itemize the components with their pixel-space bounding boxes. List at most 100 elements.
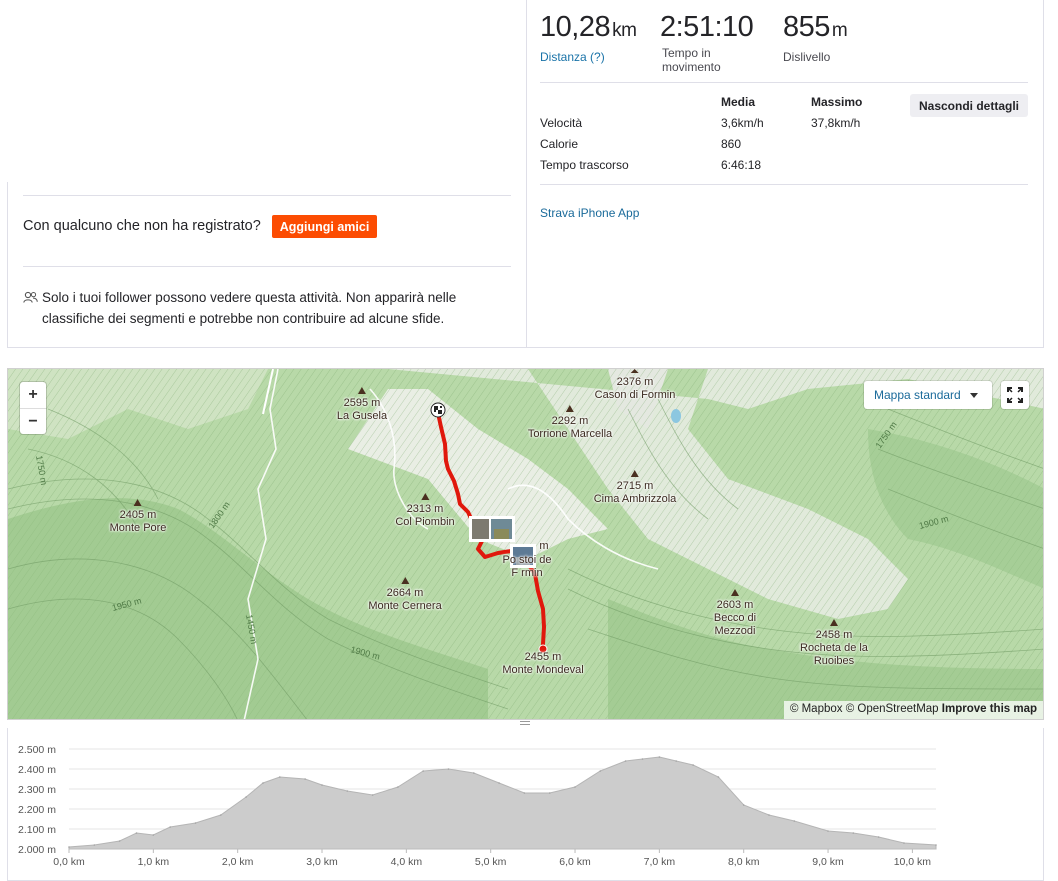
column-divider [526, 0, 527, 348]
elevation-point [118, 840, 121, 842]
elevation-point [692, 764, 694, 766]
privacy-notice: Solo i tuoi follower possono vedere ques… [23, 287, 503, 329]
peak-label: 2458 m Rocheta de la Ruoibes [794, 619, 874, 668]
details-row-label: Tempo trascorso [540, 158, 629, 172]
map-style-label: Mappa standard [874, 388, 961, 402]
elevation-point [304, 778, 306, 780]
divider [540, 82, 1028, 83]
elevation-point [152, 834, 155, 836]
elevation-point [675, 760, 677, 762]
x-tick-label: 6,0 km [559, 856, 591, 868]
y-tick-label: 2.000 m [18, 844, 56, 856]
privacy-text: Solo i tuoi follower possono vedere ques… [42, 290, 457, 326]
details-row-max: 37,8km/h [811, 116, 861, 130]
add-friends-button[interactable]: Aggiungi amici [272, 215, 377, 238]
details-row-avg: 6:46:18 [721, 158, 762, 172]
map-style-select[interactable]: Mappa standard [864, 381, 992, 409]
details-row-label: Velocità [540, 116, 583, 130]
elevation-point [852, 832, 855, 834]
x-tick-label: 9,0 km [812, 856, 844, 868]
elevation-point [447, 768, 450, 770]
peak-label: 2292 m Torrione Marcella [528, 405, 612, 441]
x-tick-label: 10,0 km [894, 856, 932, 868]
x-tick-label: 8,0 km [728, 856, 760, 868]
divider [23, 195, 511, 196]
elevation-label: Dislivello [783, 50, 831, 64]
zoom-control: + − [20, 382, 46, 434]
elevation-point [194, 822, 197, 824]
moving-time-value: 2:51:10 [660, 11, 754, 43]
peak-label: 2455 m Monte Mondeval [502, 651, 584, 676]
y-tick-label: 2.300 m [18, 784, 56, 796]
x-tick-label: 7,0 km [644, 856, 676, 868]
caret-down-icon [970, 393, 978, 398]
elevation-point [523, 792, 526, 794]
x-tick-label: 1,0 km [138, 856, 170, 868]
elevation-chart: 2.500 m 2.400 m 2.300 m 2.200 m 2.100 m 2.000… [18, 744, 937, 868]
divider [540, 184, 1028, 185]
elevation-point [935, 844, 937, 846]
distance-unit: km [612, 20, 637, 41]
elevation-value: 855 [783, 11, 830, 43]
stat-moving-time: 2:51:10 Tempo in movimento [660, 10, 754, 74]
device-link[interactable]: Strava iPhone App [540, 206, 639, 220]
route-map[interactable]: 1750 m 1800 m 1950 m 1450 m 1900 m 1750 … [7, 368, 1044, 720]
elevation-point [422, 770, 425, 772]
zoom-in-button[interactable]: + [20, 382, 46, 408]
friends-question: Con qualcuno che non ha registrato? [23, 218, 261, 234]
elevation-profile[interactable]: 2.500 m 2.400 m 2.300 m 2.200 m 2.100 m 2.000… [7, 728, 1044, 881]
elevation-point [658, 756, 661, 758]
elevation-point [641, 758, 644, 760]
details-row-avg: 3,6km/h [721, 116, 764, 130]
details-header-max: Massimo [811, 95, 863, 109]
distance-label-link[interactable]: Distanza (?) [540, 50, 636, 64]
divider [23, 266, 511, 267]
x-tick-label: 5,0 km [475, 856, 507, 868]
elevation-point [473, 772, 475, 774]
elevation-point [245, 796, 247, 798]
card-border [1043, 0, 1044, 348]
elevation-point [498, 782, 500, 784]
elevation-point [742, 804, 745, 806]
distance-value: 10,28 [540, 11, 611, 43]
elevation-point [574, 786, 576, 788]
x-tick-label: 2,0 km [222, 856, 254, 868]
elevation-point [827, 830, 829, 832]
peak-label: 2603 m Becco di Mezzodi [710, 589, 760, 638]
elevation-point [371, 794, 374, 796]
resize-handle[interactable] [520, 721, 530, 727]
elevation-point [599, 770, 602, 772]
hide-details-button[interactable]: Nascondi dettagli [910, 94, 1028, 117]
details-header-avg: Media [721, 95, 756, 109]
fullscreen-button[interactable] [1001, 381, 1029, 409]
elevation-point [877, 836, 880, 838]
peak-label: 2405 m Monte Pore [110, 499, 166, 535]
peak-label: 2376 m Cason di Formin [595, 369, 675, 402]
y-tick-label: 2.400 m [18, 764, 56, 776]
elevation-point [346, 790, 349, 792]
elevation-point [793, 820, 796, 822]
elevation-point [548, 792, 551, 794]
peak-label: m [539, 540, 549, 552]
attribution-text[interactable]: © Mapbox © OpenStreetMap [790, 703, 939, 715]
peak-label: 2664 m Monte Cernera [368, 577, 442, 613]
card-border [7, 182, 8, 348]
y-tick-label: 2.200 m [18, 804, 56, 816]
x-tick-label: 3,0 km [306, 856, 338, 868]
elevation-point [624, 760, 627, 762]
stat-elevation: 855 m Dislivello [783, 10, 848, 64]
elevation-area [68, 756, 937, 850]
elevation-point [717, 776, 720, 778]
elevation-point [903, 842, 905, 844]
improve-map-link[interactable]: Improve this map [942, 703, 1037, 715]
peak-label: 2715 m Cima Ambrizzola [594, 470, 676, 506]
elevation-unit: m [831, 20, 848, 41]
users-icon [23, 287, 41, 329]
fullscreen-icon [1007, 387, 1023, 403]
elevation-point [68, 846, 70, 848]
y-tick-label: 2.500 m [18, 744, 56, 756]
elevation-point [169, 826, 171, 828]
finish-flag-icon [430, 402, 446, 418]
zoom-out-button[interactable]: − [20, 408, 46, 434]
details-row-label: Calorie [540, 137, 579, 151]
